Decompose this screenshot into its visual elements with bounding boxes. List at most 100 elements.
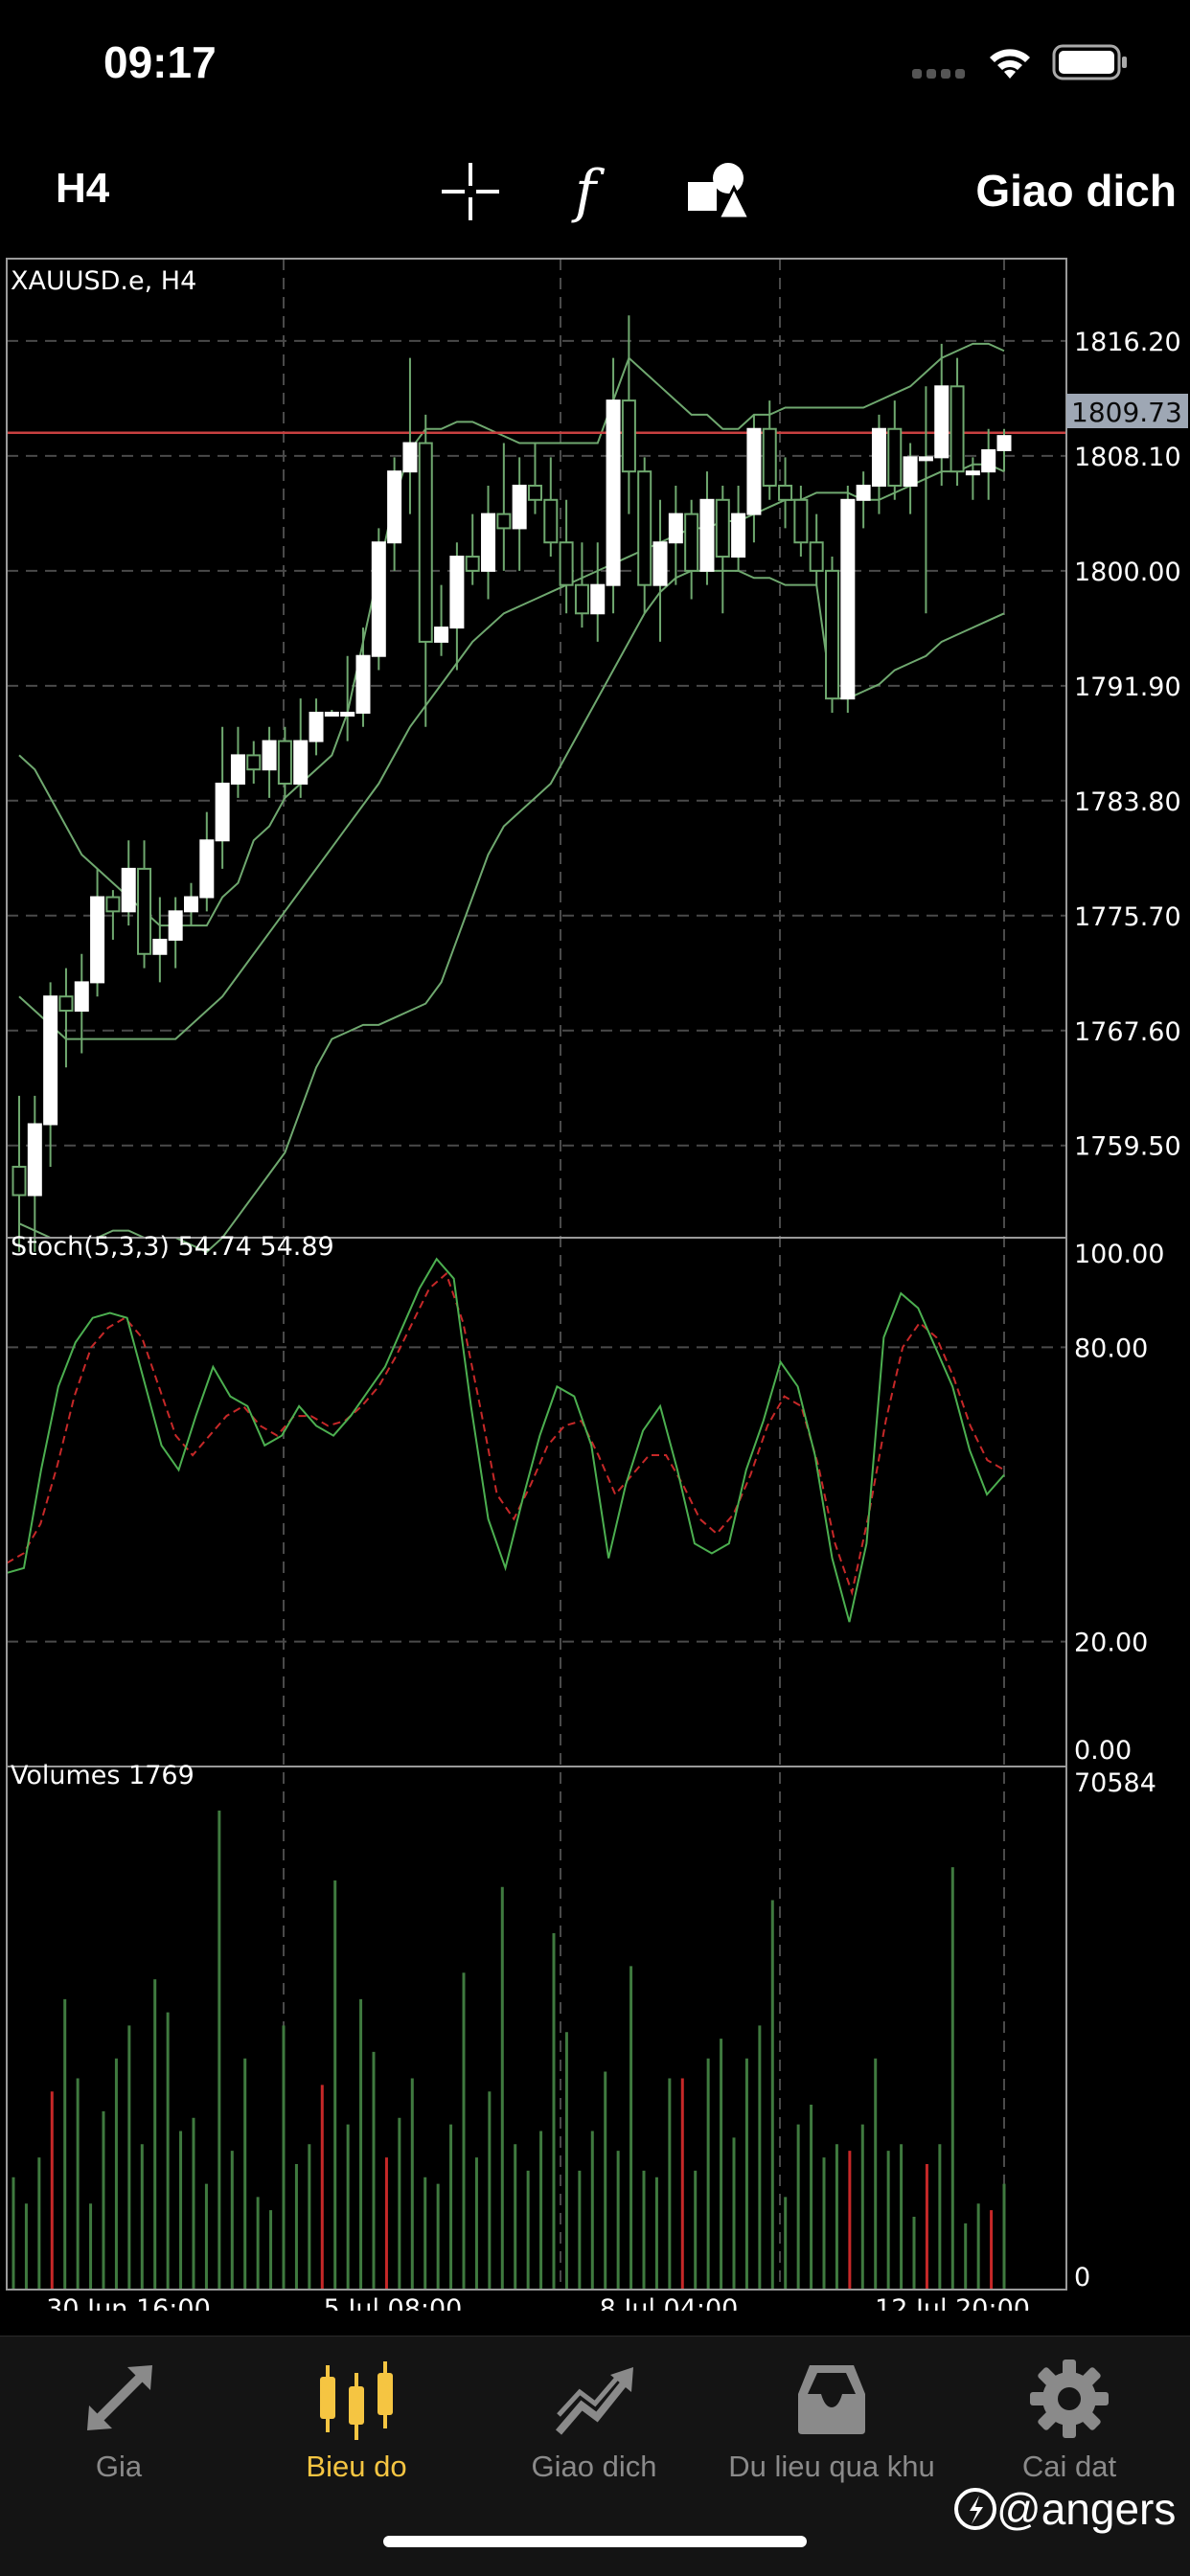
candle-body <box>840 498 856 700</box>
candle-body <box>418 442 433 643</box>
candle-body <box>43 995 58 1126</box>
time-tick-label: 12 Jul 20:00 <box>875 2294 1030 2311</box>
candle-body <box>215 783 230 842</box>
candle-body <box>825 569 840 700</box>
status-bar: 09:17 <box>0 0 1190 134</box>
candle-body <box>559 541 574 586</box>
time-tick-label: 8 Jul 04:00 <box>600 2294 739 2311</box>
candle-body <box>277 740 292 786</box>
candle-body <box>387 470 402 544</box>
price-tick-label: 1808.10 <box>1074 443 1181 472</box>
candle-body <box>121 867 136 913</box>
candle-body <box>871 427 886 487</box>
candle-body <box>809 541 824 572</box>
cellular-signal-icon <box>912 69 965 79</box>
svg-text:f: f <box>571 158 606 225</box>
home-indicator <box>383 2536 807 2547</box>
candle-body <box>105 896 121 913</box>
watermark-logo-icon <box>954 2488 996 2530</box>
candle-body <box>74 981 89 1013</box>
candle-body <box>309 711 324 742</box>
price-chart[interactable]: 1816.20 1808.10 1800.00 1791.90 1783.80 1775.… <box>0 251 1190 2311</box>
candle-body <box>11 1165 27 1197</box>
price-tick-label: 1816.20 <box>1074 328 1181 357</box>
candle-body <box>950 385 965 473</box>
candle-body <box>543 498 559 544</box>
arrows-diagonal-icon <box>87 2365 152 2430</box>
candle-body <box>527 484 542 501</box>
volume-label: Volumes 1769 <box>11 1761 195 1790</box>
candle-body <box>262 740 277 771</box>
crosshair-icon[interactable] <box>441 153 500 230</box>
candle-body <box>402 442 418 473</box>
candle-body <box>293 740 309 786</box>
stoch-tick-label: 100.00 <box>1074 1240 1164 1269</box>
inbox-tray-icon <box>798 2365 865 2434</box>
time-tick-label: 30 Jun 16:00 <box>46 2294 211 2311</box>
candle-body <box>152 938 168 955</box>
candle-body <box>465 556 480 572</box>
candle-body <box>324 711 339 717</box>
price-tick-label: 1783.80 <box>1074 787 1181 817</box>
timeframe-button[interactable]: H4 <box>56 165 109 213</box>
stoch-label: Stoch(5,3,3) 54.74 54.89 <box>11 1232 334 1262</box>
candle-body <box>574 583 589 615</box>
candle-body <box>996 435 1012 451</box>
tab-cai-dat-label: Cai dat <box>1021 2450 1117 2483</box>
volume-tick-label: 0 <box>1074 2263 1090 2292</box>
tab-gia[interactable]: Gia <box>0 2356 238 2484</box>
candle-body <box>887 427 903 487</box>
candle-body <box>590 583 606 615</box>
candle-body <box>90 896 105 984</box>
battery-icon <box>1052 44 1127 80</box>
candle-body <box>668 513 683 544</box>
candle-body <box>699 498 715 572</box>
stoch-tick-label: 0.00 <box>1074 1736 1132 1766</box>
candle-body <box>621 399 636 473</box>
candle-body <box>778 484 793 501</box>
gear-icon <box>1030 2359 1109 2438</box>
candle-body <box>434 627 449 643</box>
candle-body <box>606 399 621 586</box>
candle-body <box>230 754 245 786</box>
tab-bieu-do[interactable]: Bieu do <box>238 2356 475 2484</box>
candle-body <box>637 470 652 586</box>
candle-body <box>793 498 809 544</box>
symbol-label: XAUUSD.e, H4 <box>11 266 196 296</box>
bollinger-lower-line <box>18 569 1005 1253</box>
tab-cai-dat[interactable]: Cai dat <box>950 2356 1188 2484</box>
stoch-pane-frame <box>6 1237 1067 1767</box>
candle-body <box>355 654 371 714</box>
candle-body <box>58 995 74 1013</box>
candle-body <box>684 513 699 572</box>
volume-tick-label: 70584 <box>1074 1768 1156 1798</box>
price-tick-label: 1775.70 <box>1074 902 1181 932</box>
candle-body <box>481 513 496 572</box>
candle-body <box>496 513 512 530</box>
wifi-icon <box>990 49 1030 79</box>
candle-body <box>856 484 871 501</box>
function-icon[interactable]: f <box>569 153 617 230</box>
candle-body <box>340 711 355 717</box>
candle-body <box>371 541 386 657</box>
candle-body <box>652 541 668 586</box>
candle-body <box>746 427 762 515</box>
current-price-label: 1809.73 <box>1071 397 1182 428</box>
candle-body <box>27 1123 42 1197</box>
trade-button[interactable]: Giao dich <box>975 165 1177 217</box>
chart-toolbar: H4 f Giao dich <box>0 144 1190 239</box>
price-tick-label: 1800.00 <box>1074 558 1181 587</box>
price-pane-frame <box>6 258 1067 1239</box>
tab-du-lieu-qua-khu[interactable]: Du lieu qua khu <box>713 2356 950 2484</box>
watermark-text: @angers <box>996 2484 1177 2534</box>
time-tick-label: 5 Jul 08:00 <box>324 2294 463 2311</box>
candle-body <box>981 448 996 473</box>
candle-body <box>168 910 183 941</box>
stoch-tick-label: 20.00 <box>1074 1629 1148 1658</box>
tab-giao-dich[interactable]: Giao dich <box>475 2356 713 2484</box>
watermark: @angers <box>954 2483 1176 2535</box>
tab-giao-dich-label: Giao dich <box>531 2450 657 2483</box>
stoch-main-line <box>6 1257 1005 1623</box>
shapes-icon[interactable] <box>686 153 751 230</box>
candle-body <box>137 867 152 955</box>
